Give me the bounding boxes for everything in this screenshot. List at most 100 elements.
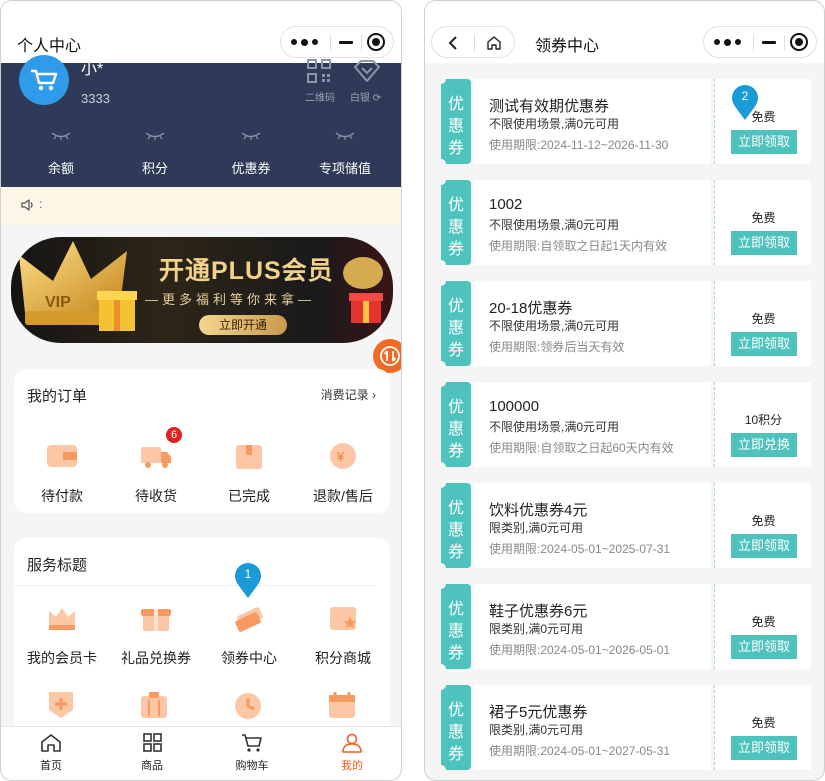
calendar-icon[interactable] bbox=[326, 690, 358, 720]
coupon-validity: 使用期限:2024-05-01~2027-05-31 bbox=[489, 744, 671, 758]
page-title: 个人中心 bbox=[17, 38, 82, 55]
close-icon[interactable] bbox=[790, 33, 808, 51]
stat-balance[interactable]: 余额 bbox=[21, 158, 101, 177]
notice-bar[interactable]: : bbox=[1, 187, 401, 225]
service-coupon-center[interactable]: 领券中心 bbox=[204, 603, 294, 668]
coupon-price: 免费 bbox=[751, 312, 776, 326]
coupon-validity: 使用期限:2024-05-01~2026-05-01 bbox=[489, 643, 671, 657]
home-icon bbox=[41, 734, 61, 752]
coupon-card: 优惠券 1002 不限使用场景,满0元可用 使用期限:自领取之日起1天内有效 免费 立即领… bbox=[436, 175, 811, 270]
svg-text:¥: ¥ bbox=[336, 449, 345, 464]
tab-bar: 首页 商品 购物车 我的 bbox=[1, 726, 401, 780]
store-icon bbox=[330, 607, 356, 630]
claim-coupon-button[interactable]: 立即领取 bbox=[731, 231, 797, 255]
claim-coupon-button[interactable]: 立即领取 bbox=[731, 332, 797, 356]
coupon-info: 100000 不限使用场景,满0元可用 使用期限:自领取之日起60天内有效 bbox=[474, 382, 711, 467]
stat-points[interactable]: 积分 bbox=[115, 158, 195, 177]
mini-program-capsule bbox=[280, 26, 394, 58]
wallet-icon bbox=[47, 445, 77, 467]
coupon-action-area: 免费 立即领取 bbox=[714, 483, 811, 568]
nav-capsule-left bbox=[431, 26, 515, 58]
service-gift-voucher[interactable]: 礼品兑换券 bbox=[111, 603, 201, 668]
coupon-title: 1002 bbox=[489, 196, 523, 213]
coupon-info: 裙子5元优惠券 限类别,满0元可用 使用期限:2024-05-01~2027-05-… bbox=[474, 685, 711, 770]
gift-icon bbox=[343, 257, 383, 323]
service-member-card[interactable]: 我的会员卡 bbox=[17, 603, 107, 668]
crown-card-icon bbox=[49, 608, 75, 630]
hidden-eye-icon[interactable] bbox=[335, 131, 355, 141]
coupon-price: 10积分 bbox=[744, 413, 783, 427]
coupon-info: 20-18优惠券 不限使用场景,满0元可用 使用期限:领券后当天有效 bbox=[474, 281, 711, 366]
minimize-icon[interactable] bbox=[762, 41, 776, 44]
coupon-title: 100000 bbox=[489, 398, 540, 415]
avatar[interactable] bbox=[19, 55, 69, 105]
switch-float-button[interactable] bbox=[373, 339, 401, 373]
claim-coupon-button[interactable]: 立即领取 bbox=[731, 736, 797, 760]
stat-coupons[interactable]: 优惠券 bbox=[211, 158, 291, 177]
services-title: 服务标题 bbox=[27, 557, 88, 574]
speaker-icon bbox=[21, 199, 33, 211]
step-marker-label: 1 bbox=[244, 567, 252, 581]
back-icon[interactable] bbox=[446, 35, 460, 51]
hidden-eye-icon[interactable] bbox=[145, 131, 165, 141]
swap-icon bbox=[380, 346, 400, 366]
order-completed[interactable]: 已完成 bbox=[204, 441, 294, 506]
crown-icon: VIP bbox=[19, 241, 137, 331]
coupon-price: 免费 bbox=[751, 615, 776, 629]
truck-icon bbox=[141, 447, 171, 468]
coupon-title: 饮料优惠券4元 bbox=[489, 502, 588, 519]
claim-coupon-button[interactable]: 立即兑换 bbox=[731, 433, 797, 457]
pending-receipt-badge: 6 bbox=[166, 427, 182, 443]
tab-products[interactable]: 商品 bbox=[117, 733, 187, 773]
hidden-eye-icon[interactable] bbox=[241, 131, 261, 141]
coupon-action-area: 免费 立即领取 bbox=[714, 79, 811, 164]
order-pending-receipt[interactable]: 待收货 bbox=[111, 441, 201, 506]
coupon-validity: 使用期限:2024-05-01~2025-07-31 bbox=[489, 542, 671, 556]
qrcode-label: 二维码 bbox=[305, 93, 335, 104]
coupon-card: 优惠券 20-18优惠券 不限使用场景,满0元可用 使用期限:领券后当天有效 免费 立即领… bbox=[436, 276, 811, 371]
hidden-eye-icon[interactable] bbox=[51, 131, 71, 141]
tab-home[interactable]: 首页 bbox=[16, 733, 86, 773]
more-icon[interactable] bbox=[714, 36, 742, 48]
coupon-stub: 优惠券 bbox=[436, 377, 471, 472]
coupon-center-screen: 领券中心 优惠券测试有效期优惠券 不限使用场景,满0元可用 使用期限:2024-11… bbox=[424, 0, 825, 781]
coupon-card: 优惠券裙子5元优惠券 限类别,满0元可用 使用期限:2024-05-01~2027-… bbox=[436, 680, 811, 775]
close-icon[interactable] bbox=[367, 33, 385, 51]
stat-special-deposit[interactable]: 专项储值 bbox=[305, 158, 385, 177]
order-pending-payment[interactable]: 待付款 bbox=[17, 441, 107, 506]
claim-coupon-button[interactable]: 立即领取 bbox=[731, 130, 797, 154]
coupon-stub: 优惠券 bbox=[436, 478, 471, 573]
open-plus-button[interactable]: 立即开通 bbox=[199, 315, 287, 335]
order-refund[interactable]: ¥ 退款/售后 bbox=[298, 441, 388, 506]
user-name: 小* bbox=[81, 61, 104, 78]
plus-member-banner[interactable]: VIP 开通PLUS会员 —更多福利等你来拿— 立即开通 bbox=[11, 237, 393, 343]
consumption-record-link[interactable]: 消费记录 › bbox=[321, 386, 376, 403]
profile-header: 小* 3333 二维码 白银 ⟳ 余额 积分 优惠券 专项储值 bbox=[1, 55, 401, 187]
service-points-mall[interactable]: 积分商城 bbox=[298, 603, 388, 668]
step-marker-label: 2 bbox=[741, 89, 749, 103]
more-icon[interactable] bbox=[291, 36, 319, 48]
coupon-title: 鞋子优惠券6元 bbox=[489, 603, 588, 620]
minimize-icon[interactable] bbox=[339, 41, 353, 44]
coupon-info: 鞋子优惠券6元 限类别,满0元可用 使用期限:2024-05-01~2026-05-… bbox=[474, 584, 711, 669]
add-service-icon[interactable] bbox=[45, 690, 77, 720]
coupon-card: 优惠券 100000 不限使用场景,满0元可用 使用期限:自领取之日起60天内有效 10… bbox=[436, 377, 811, 472]
svg-text:VIP: VIP bbox=[45, 294, 71, 311]
home-icon[interactable] bbox=[486, 35, 502, 51]
mini-program-capsule bbox=[703, 26, 817, 58]
tab-mine[interactable]: 我的 bbox=[317, 733, 387, 773]
page-title: 领券中心 bbox=[535, 38, 600, 55]
navbar: 个人中心 bbox=[1, 1, 401, 63]
tab-cart[interactable]: 购物车 bbox=[217, 733, 287, 773]
user-icon bbox=[342, 733, 362, 753]
suitcase-icon[interactable] bbox=[138, 690, 170, 720]
coupon-validity: 使用期限:2024-11-12~2026-11-30 bbox=[489, 138, 669, 152]
claim-coupon-button[interactable]: 立即领取 bbox=[731, 635, 797, 659]
diamond-icon[interactable] bbox=[353, 59, 381, 83]
qrcode-icon[interactable] bbox=[307, 59, 331, 83]
coupon-title: 20-18优惠券 bbox=[489, 300, 573, 317]
coupon-condition: 不限使用场景,满0元可用 bbox=[489, 319, 620, 333]
clock-icon[interactable] bbox=[232, 690, 264, 720]
claim-coupon-button[interactable]: 立即领取 bbox=[731, 534, 797, 558]
coupon-price: 免费 bbox=[751, 716, 776, 730]
